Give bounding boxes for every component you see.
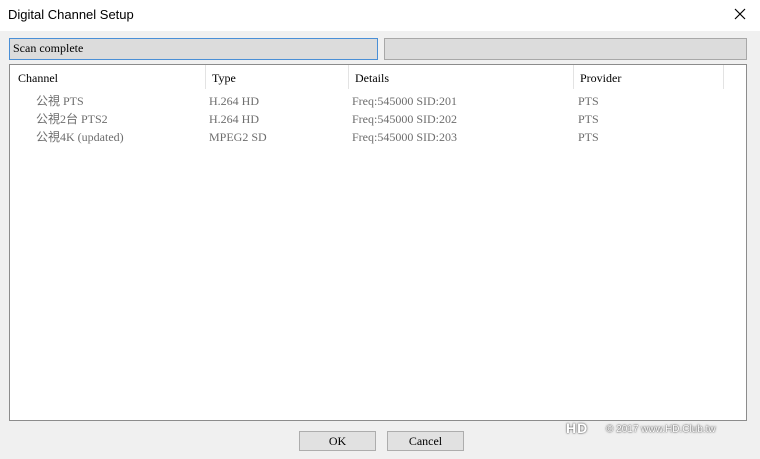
status-field-left: Scan complete <box>9 38 378 60</box>
cell-channel: 公視4K (updated) <box>36 130 124 144</box>
channel-list[interactable]: Channel Type Details Provider 公視 PTS H.2… <box>9 64 747 421</box>
watermark-logo: HD <box>566 420 589 436</box>
cell-provider: PTS <box>578 94 599 108</box>
cell-channel: 公視2台 PTS2 <box>36 112 108 126</box>
close-icon <box>734 8 746 20</box>
cell-details: Freq:545000 SID:203 <box>352 130 457 144</box>
cell-provider: PTS <box>578 112 599 126</box>
cell-provider: PTS <box>578 130 599 144</box>
window-title: Digital Channel Setup <box>8 7 134 22</box>
column-header-channel[interactable]: Channel <box>12 65 206 89</box>
cell-channel: 公視 PTS <box>36 94 84 108</box>
column-header-type[interactable]: Type <box>206 65 349 89</box>
title-bar: Digital Channel Setup <box>0 0 760 31</box>
column-header-provider[interactable]: Provider <box>574 65 724 89</box>
cell-details: Freq:545000 SID:201 <box>352 94 457 108</box>
list-header: Channel Type Details Provider <box>10 65 746 89</box>
cell-type: H.264 HD <box>209 112 259 126</box>
ok-button[interactable]: OK <box>299 431 376 451</box>
cell-details: Freq:545000 SID:202 <box>352 112 457 126</box>
close-button[interactable] <box>727 4 753 26</box>
watermark: HD © 2017 www.HD.Club.tw <box>566 418 754 440</box>
cell-type: H.264 HD <box>209 94 259 108</box>
table-row[interactable]: 公視 PTS H.264 HD Freq:545000 SID:201 PTS <box>10 92 746 110</box>
status-field-right <box>384 38 747 60</box>
cell-type: MPEG2 SD <box>209 130 267 144</box>
column-header-details[interactable]: Details <box>349 65 574 89</box>
table-row[interactable]: 公視2台 PTS2 H.264 HD Freq:545000 SID:202 P… <box>10 110 746 128</box>
table-row[interactable]: 公視4K (updated) MPEG2 SD Freq:545000 SID:… <box>10 128 746 146</box>
watermark-text: © 2017 www.HD.Club.tw <box>606 424 716 435</box>
cancel-button[interactable]: Cancel <box>387 431 464 451</box>
